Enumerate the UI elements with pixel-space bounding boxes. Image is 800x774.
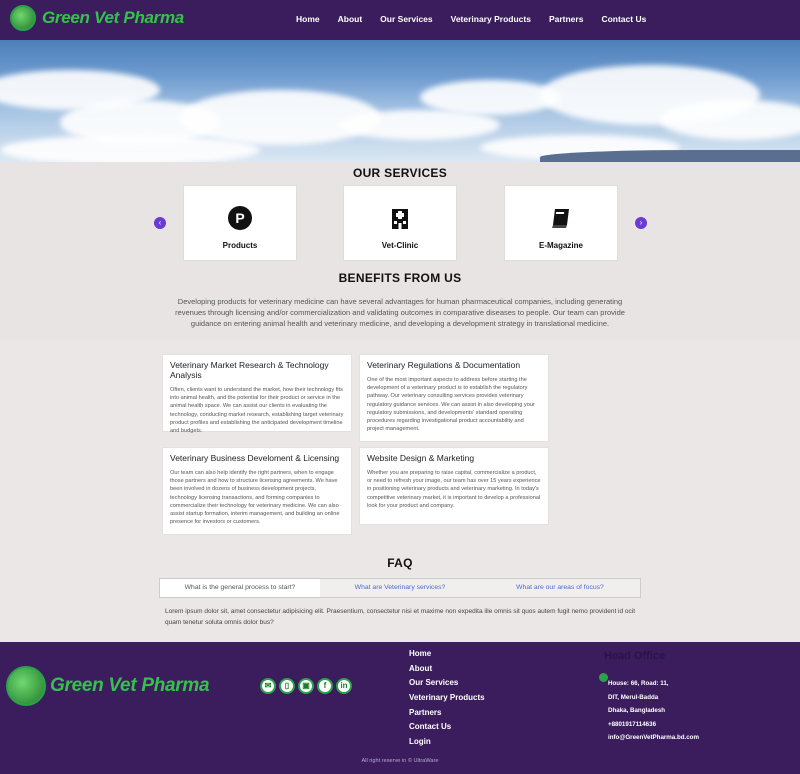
footer-link-home[interactable]: Home xyxy=(409,649,485,664)
office-title: Head Office xyxy=(604,650,666,662)
globe-icon xyxy=(6,666,46,706)
footer-link-about[interactable]: About xyxy=(409,664,485,679)
nav-about[interactable]: About xyxy=(338,14,363,24)
faq-answer: Lorem ipsum dolor sit, amet consectetur … xyxy=(165,608,636,626)
footer-link-products[interactable]: Veterinary Products xyxy=(409,693,485,708)
benefit-box-title: Veterinary Market Research & Technology … xyxy=(170,360,329,380)
faq-title: FAQ xyxy=(387,556,413,570)
brand-name: Green Vet Pharma xyxy=(42,8,184,27)
benefit-box-text: Our team can also help identify the righ… xyxy=(170,470,340,526)
footer-link-login[interactable]: Login xyxy=(409,737,485,752)
hospital-icon xyxy=(392,209,408,229)
footer-logo[interactable]: Green Vet Pharma xyxy=(6,666,210,706)
faq-tab-focus[interactable]: What are our areas of focus? xyxy=(480,579,640,597)
office-line: DIT, Merul-Badda xyxy=(608,693,659,701)
service-card-label: Products xyxy=(222,241,258,250)
hero-banner xyxy=(0,40,800,162)
office-address: House: 66, Road: 11, DIT, Merul-Badda Dh… xyxy=(608,677,699,745)
service-card-label: E-Magazine xyxy=(538,241,583,250)
location-icon xyxy=(599,673,608,682)
services-title: OUR SERVICES xyxy=(352,166,448,180)
benefit-box-title: Veterinary Business Develoment & Licensi… xyxy=(170,453,340,463)
carousel-next-button[interactable]: › xyxy=(635,217,647,229)
office-line: House: 66, Road: 11, xyxy=(608,680,669,687)
carousel-prev-button[interactable]: ‹ xyxy=(154,217,166,229)
phone-icon[interactable]: ▯ xyxy=(279,678,295,694)
nav-products[interactable]: Veterinary Products xyxy=(451,14,531,24)
nav-home[interactable]: Home xyxy=(296,14,320,24)
benefit-box-web-design: Website Design & Marketing Whether you a… xyxy=(359,447,549,525)
svg-text:P: P xyxy=(235,210,244,226)
globe-icon xyxy=(10,5,36,31)
benefit-box-market-research: Veterinary Market Research & Technology … xyxy=(162,354,352,435)
benefit-box-regulations: Veterinary Regulations & Documentation O… xyxy=(359,354,549,442)
benefit-box-title: Website Design & Marketing xyxy=(367,453,475,463)
office-email: info@GreenVetPharma.bd.com xyxy=(608,734,699,741)
footer-link-services[interactable]: Our Services xyxy=(409,678,485,693)
faq-tab-services[interactable]: What are Veterinary services? xyxy=(320,579,480,597)
nav-partners[interactable]: Partners xyxy=(549,14,584,24)
footer-links: Home About Our Services Veterinary Produ… xyxy=(409,649,485,752)
nav-contact[interactable]: Contact Us xyxy=(601,14,646,24)
parking-icon: P xyxy=(228,206,252,230)
whatsapp-icon[interactable]: ▣ xyxy=(298,678,314,694)
facebook-icon[interactable]: f xyxy=(317,678,333,694)
email-icon[interactable]: ✉ xyxy=(260,678,276,694)
footer-link-contact[interactable]: Contact Us xyxy=(409,722,485,737)
top-navbar: Green Vet Pharma Home About Our Services… xyxy=(0,0,800,40)
office-line: Dhaka, Bangladesh xyxy=(608,707,666,714)
social-icons: ✉ ▯ ▣ f in xyxy=(260,678,352,694)
office-phone: +8801917114636 xyxy=(608,720,657,728)
benefits-title: BENEFITS FROM US xyxy=(338,271,462,285)
benefit-box-title: Veterinary Regulations & Documentation xyxy=(367,360,521,370)
benefit-box-text: Whether you are preparing to raise capit… xyxy=(367,470,541,509)
benefit-box-text: Often, clients want to understand the ma… xyxy=(170,387,344,435)
faq-tabs: What is the general process to start? Wh… xyxy=(159,578,641,598)
benefit-box-text: One of the most important aspects to add… xyxy=(367,377,535,433)
service-card-products[interactable]: P Products xyxy=(183,185,297,261)
footer-link-partners[interactable]: Partners xyxy=(409,708,485,723)
linkedin-icon[interactable]: in xyxy=(336,678,352,694)
copyright: All right reserve in © UltraWare xyxy=(361,758,439,764)
benefit-box-business-development: Veterinary Business Develoment & Licensi… xyxy=(162,447,352,535)
service-card-e-magazine[interactable]: E-Magazine xyxy=(504,185,618,261)
footer-brand-name: Green Vet Pharma xyxy=(50,675,210,696)
nav-services[interactable]: Our Services xyxy=(380,14,432,24)
brand-logo[interactable]: Green Vet Pharma xyxy=(10,5,184,31)
nav-links: Home About Our Services Veterinary Produ… xyxy=(296,14,664,24)
faq-tab-process[interactable]: What is the general process to start? xyxy=(160,579,320,597)
benefits-description: Developing products for veterinary medic… xyxy=(175,297,625,328)
service-card-label: Vet-Clinic xyxy=(381,241,419,250)
book-icon xyxy=(552,209,569,228)
service-card-vet-clinic[interactable]: Vet-Clinic xyxy=(343,185,457,261)
